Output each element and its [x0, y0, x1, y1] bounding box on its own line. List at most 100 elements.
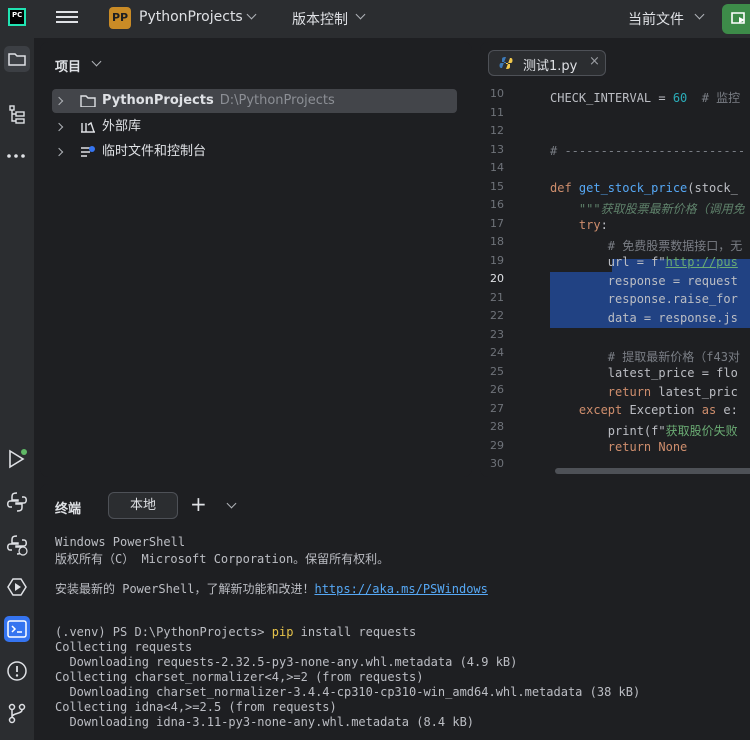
expand-chevron-icon[interactable]	[54, 122, 64, 132]
scratches-console-icon	[81, 146, 95, 157]
line-number: 16	[490, 198, 504, 211]
new-terminal-plus-icon[interactable]: +	[190, 492, 207, 516]
line-number: 13	[490, 142, 504, 156]
terminal-output-line: Downloading charset_normalizer-3.4.4-cp3…	[55, 685, 641, 699]
python-console-button[interactable]	[4, 532, 30, 558]
terminal-output-line: Collecting idna<4,>=2.5 (from requests)	[55, 700, 337, 714]
code-line: try:	[578, 218, 608, 232]
structure-icon	[9, 105, 25, 124]
line-number: 15	[490, 179, 504, 193]
code-line: # 免费股票数据接口，无	[550, 239, 743, 253]
line-number: 14	[490, 161, 504, 174]
code-line: return None	[607, 440, 688, 454]
tree-item-label: 外部库	[102, 119, 142, 134]
project-chevron-down-icon[interactable]	[246, 9, 257, 20]
tree-item-path: D:\PythonProjects	[219, 93, 335, 108]
git-tool-button[interactable]	[4, 700, 30, 726]
tab-close-icon[interactable]: ×	[589, 54, 600, 69]
title-bar: PC PP PythonProjects 版本控制 当前文件	[0, 0, 750, 38]
expand-chevron-icon[interactable]	[54, 147, 64, 157]
terminal-output-line: 版权所有（C） Microsoft Corporation。保留所有权利。	[55, 552, 390, 566]
panel-title-chevron-down-icon[interactable]	[91, 56, 102, 67]
line-number: 20	[490, 272, 504, 285]
project-badge[interactable]: PP	[109, 7, 131, 29]
project-panel-title[interactable]: 项目	[55, 56, 81, 75]
more-icon	[7, 154, 25, 158]
project-tool-button[interactable]	[4, 46, 30, 72]
vcs-chevron-down-icon[interactable]	[355, 9, 366, 20]
line-number: 17	[490, 216, 504, 230]
code-line: return latest_pric	[607, 385, 738, 399]
project-selector[interactable]: PythonProjects	[139, 9, 243, 25]
line-number: 12	[490, 124, 504, 137]
services-tool-button[interactable]	[4, 574, 30, 600]
code-line: print(f"获取股价失败	[550, 424, 738, 438]
code-editor[interactable]: 测试1.py × 10 11 12 13 14 15 16 17 18 19 2…	[480, 42, 750, 477]
problems-tool-button[interactable]	[4, 658, 30, 684]
line-number: 30	[490, 457, 504, 470]
code-line: except Exception as e:	[578, 403, 738, 417]
code-line: """获取股票最新价格（调用免	[550, 202, 745, 216]
code-line: # 提取最新价格（f43对	[550, 350, 740, 364]
pycharm-logo-icon: PC	[8, 8, 26, 26]
services-icon	[7, 578, 27, 596]
tree-item-external-libraries[interactable]: 外部库	[52, 115, 457, 139]
run-tool-button[interactable]	[4, 446, 30, 472]
python-file-icon	[499, 57, 513, 69]
horizontal-scrollbar[interactable]	[555, 468, 750, 474]
terminal-output-line: Collecting requests	[55, 640, 193, 654]
code-line: response = request	[550, 274, 738, 288]
terminal-title: 终端	[55, 502, 82, 517]
python-packages-button[interactable]	[4, 489, 30, 515]
editor-tab[interactable]: 测试1.py ×	[488, 50, 606, 76]
code-line: url = f"http://pus	[550, 255, 738, 269]
terminal-chevron-down-icon[interactable]	[226, 498, 237, 509]
project-panel: 项目 PythonProjects D:\PythonProjects 外部库 临…	[40, 42, 472, 477]
run-icon	[731, 12, 745, 24]
tree-item-label: PythonProjects	[102, 93, 214, 108]
terminal-tool-button[interactable]	[4, 616, 30, 642]
powershell-link[interactable]: https://aka.ms/PSWindows	[314, 582, 487, 596]
terminal-output-line: Downloading requests-2.32.5-py3-none-any…	[55, 655, 518, 669]
terminal-icon	[7, 620, 27, 638]
folder-icon	[8, 53, 26, 66]
vcs-menu[interactable]: 版本控制	[292, 9, 348, 29]
editor-tab-title: 测试1.py	[523, 59, 578, 74]
more-tools-button[interactable]	[4, 143, 30, 169]
line-number: 23	[490, 327, 504, 341]
line-number: 22	[490, 309, 504, 322]
run-button[interactable]	[722, 4, 750, 34]
python-console-icon	[7, 535, 28, 556]
tree-item-scratches[interactable]: 临时文件和控制台	[52, 140, 457, 164]
library-icon	[81, 121, 95, 133]
line-number: 25	[490, 364, 504, 378]
terminal-tab-local[interactable]: 本地	[108, 492, 178, 519]
code-line: data = response.js	[550, 311, 738, 325]
code-line: CHECK_INTERVAL = 60 # 监控	[550, 91, 741, 105]
tool-window-strip	[0, 38, 34, 740]
terminal-output-line: Downloading idna-3.11-py3-none-any.whl.m…	[55, 715, 475, 729]
code-line: latest_price = flo	[550, 366, 738, 380]
terminal-output-line: Windows PowerShell	[55, 535, 186, 549]
line-number: 24	[490, 346, 504, 359]
run-config-chevron-down-icon[interactable]	[694, 9, 705, 20]
line-number: 18	[490, 235, 504, 248]
terminal-panel[interactable]: 终端 本地 + Windows PowerShell 版权所有（C） Micro…	[40, 484, 750, 740]
run-config-selector[interactable]: 当前文件	[628, 9, 684, 29]
python-icon	[7, 492, 27, 512]
line-number: 29	[490, 438, 504, 452]
structure-tool-button[interactable]	[4, 101, 30, 127]
code-line: # -------------------------	[550, 144, 746, 158]
line-number: 26	[490, 383, 504, 396]
main-menu-icon[interactable]	[56, 8, 78, 28]
expand-chevron-icon[interactable]	[54, 96, 64, 106]
line-number: 19	[490, 253, 504, 267]
terminal-output-line: (.venv) PS D:\PythonProjects> pip instal…	[55, 625, 417, 639]
project-panel-title-text: 项目	[55, 60, 82, 75]
tree-item-label: 临时文件和控制台	[102, 144, 207, 159]
line-number: 10	[490, 87, 504, 100]
line-number: 11	[490, 105, 504, 119]
code-line: def get_stock_price(stock_	[550, 181, 738, 195]
line-number: 27	[490, 401, 504, 415]
tree-item-project-root[interactable]: PythonProjects D:\PythonProjects	[52, 89, 457, 113]
